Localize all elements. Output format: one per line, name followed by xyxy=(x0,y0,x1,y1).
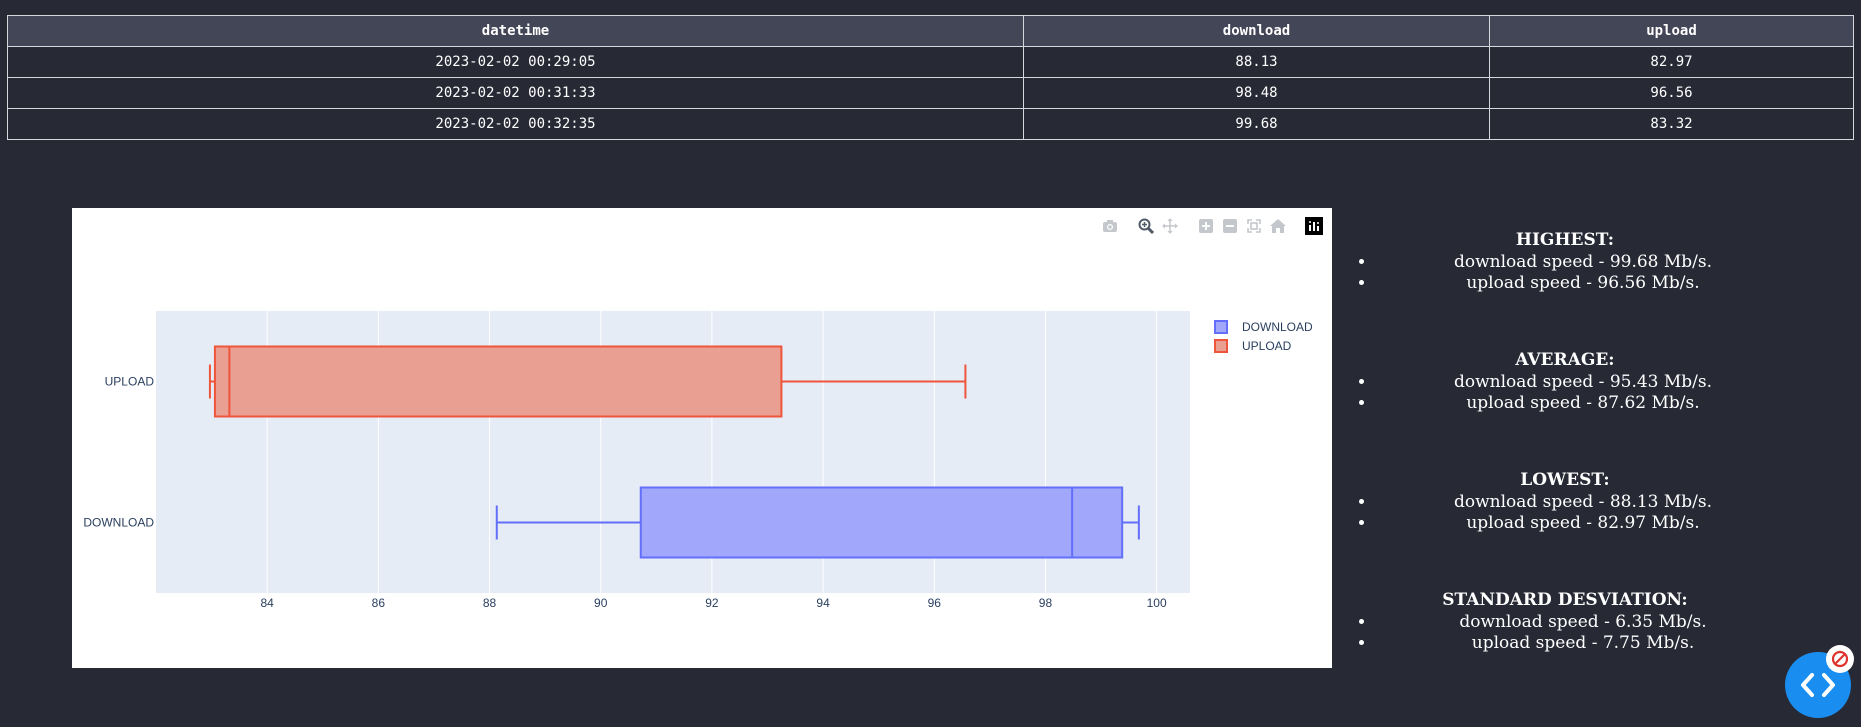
table-row: 2023-02-02 00:32:35 99.68 83.32 xyxy=(7,108,1854,140)
cell-datetime: 2023-02-02 00:32:35 xyxy=(7,108,1024,140)
x-tick-label: 96 xyxy=(928,596,942,610)
x-tick-label: 94 xyxy=(816,596,830,610)
cell-datetime: 2023-02-02 00:31:33 xyxy=(7,77,1024,109)
no-entry-icon xyxy=(1831,650,1849,668)
stat-standard-deviation: STANDARD DESVIATION: download speed - 6.… xyxy=(1340,588,1790,708)
download-box xyxy=(639,486,1124,559)
y-tick-label: DOWNLOAD xyxy=(83,516,154,530)
plot-modebar xyxy=(1100,216,1324,236)
x-tick-label: 92 xyxy=(705,596,719,610)
box-plot: 84 86 88 90 92 94 96 98 100 UPLOAD DOWNLOAD DOWNLOA… xyxy=(83,311,1313,610)
x-tick-label: 90 xyxy=(594,596,608,610)
legend-swatch-upload xyxy=(1214,339,1228,353)
cell-upload: 82.97 xyxy=(1489,46,1854,78)
list-item: download speed - 6.35 Mb/s. xyxy=(1376,612,1790,633)
cell-upload: 96.56 xyxy=(1489,77,1854,109)
x-tick-label: 100 xyxy=(1147,596,1167,610)
list-item: upload speed - 82.97 Mb/s. xyxy=(1376,513,1790,534)
legend-label-upload: UPLOAD xyxy=(1242,339,1292,353)
code-icon xyxy=(1801,673,1835,697)
autoscale-icon[interactable] xyxy=(1244,216,1264,236)
disabled-badge[interactable] xyxy=(1826,645,1854,673)
list-item: download speed - 99.68 Mb/s. xyxy=(1376,252,1790,273)
stat-average: AVERAGE: download speed - 95.43 Mb/s. up… xyxy=(1340,348,1790,468)
zoom-in-icon[interactable] xyxy=(1196,216,1216,236)
list-item: upload speed - 7.75 Mb/s. xyxy=(1376,633,1790,654)
list-item: download speed - 95.43 Mb/s. xyxy=(1376,372,1790,393)
table-row: 2023-02-02 00:31:33 98.48 96.56 xyxy=(7,77,1854,109)
cell-upload: 83.32 xyxy=(1489,108,1854,140)
stat-title: STANDARD DESVIATION: xyxy=(1442,590,1688,610)
list-item: download speed - 88.13 Mb/s. xyxy=(1376,492,1790,513)
x-tick-label: 84 xyxy=(261,596,275,610)
stat-list: download speed - 6.35 Mb/s. upload speed… xyxy=(1340,612,1790,654)
stat-title: AVERAGE: xyxy=(1515,350,1615,370)
stats-panel: HIGHEST: download speed - 99.68 Mb/s. up… xyxy=(1340,228,1790,708)
column-header-download: download xyxy=(1023,15,1490,47)
cell-download: 98.48 xyxy=(1023,77,1490,109)
legend-label-download: DOWNLOAD xyxy=(1242,320,1313,334)
speed-table: datetime download upload 2023-02-02 00:2… xyxy=(7,15,1854,140)
list-item: upload speed - 96.56 Mb/s. xyxy=(1376,273,1790,294)
cell-datetime: 2023-02-02 00:29:05 xyxy=(7,46,1024,78)
cell-download: 88.13 xyxy=(1023,46,1490,78)
column-header-upload: upload xyxy=(1489,15,1854,47)
box-plot-card: 84 86 88 90 92 94 96 98 100 UPLOAD DOWNLOAD DOWNLOA… xyxy=(72,208,1332,668)
stat-highest: HIGHEST: download speed - 99.68 Mb/s. up… xyxy=(1340,228,1790,348)
stat-list: download speed - 99.68 Mb/s. upload spee… xyxy=(1340,252,1790,294)
stat-title: HIGHEST: xyxy=(1515,230,1615,250)
stat-list: download speed - 88.13 Mb/s. upload spee… xyxy=(1340,492,1790,534)
zoom-out-icon[interactable] xyxy=(1220,216,1240,236)
reset-axes-icon[interactable] xyxy=(1268,216,1288,236)
list-item: upload speed - 87.62 Mb/s. xyxy=(1376,393,1790,414)
stat-lowest: LOWEST: download speed - 88.13 Mb/s. upl… xyxy=(1340,468,1790,588)
pan-icon[interactable] xyxy=(1160,216,1180,236)
x-tick-label: 98 xyxy=(1039,596,1053,610)
stat-list: download speed - 95.43 Mb/s. upload spee… xyxy=(1340,372,1790,414)
zoom-icon[interactable] xyxy=(1136,216,1156,236)
legend-swatch-download xyxy=(1214,320,1228,334)
table-header-row: datetime download upload xyxy=(7,15,1854,47)
table-row: 2023-02-02 00:29:05 88.13 82.97 xyxy=(7,46,1854,78)
upload-box xyxy=(213,345,783,418)
x-tick-label: 86 xyxy=(372,596,386,610)
y-tick-label: UPLOAD xyxy=(105,375,155,389)
column-header-datetime: datetime xyxy=(7,15,1024,47)
plotly-logo-icon[interactable] xyxy=(1304,216,1324,236)
x-tick-label: 88 xyxy=(483,596,497,610)
cell-download: 99.68 xyxy=(1023,108,1490,140)
camera-icon[interactable] xyxy=(1100,216,1120,236)
stat-title: LOWEST: xyxy=(1520,470,1610,490)
